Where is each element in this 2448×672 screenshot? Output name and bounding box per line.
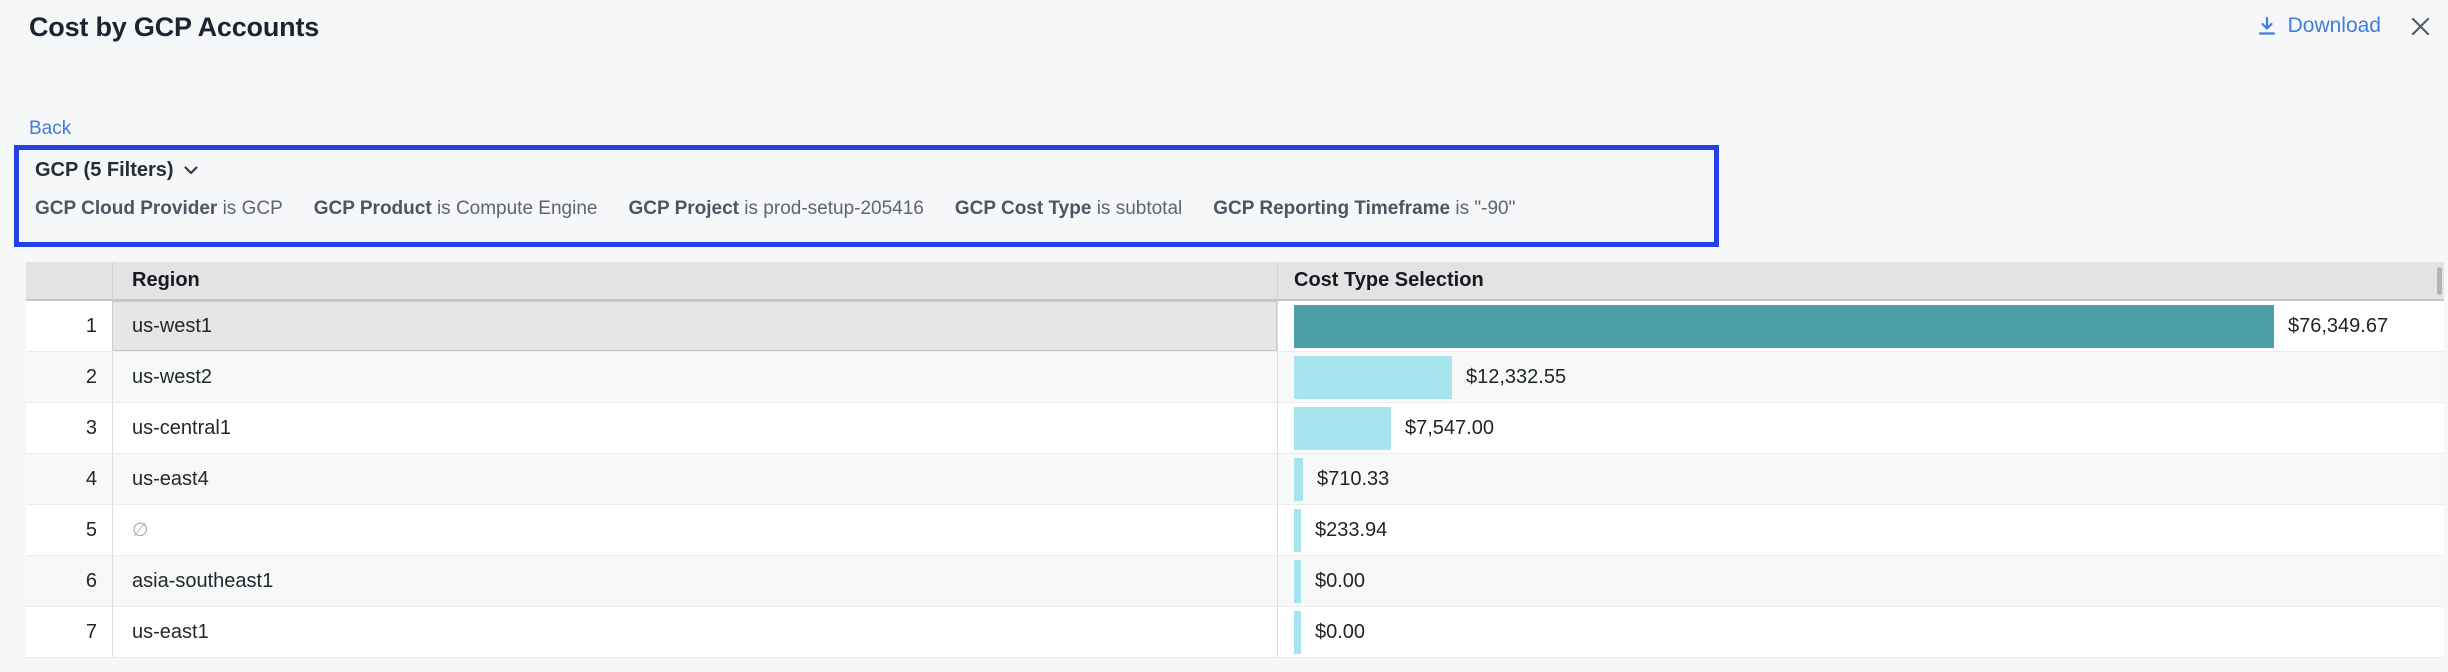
cost-bar-cell: $12,332.55 [1277, 352, 2444, 402]
download-label: Download [2288, 14, 2381, 38]
header-actions: Download [2256, 14, 2432, 38]
row-index: 7 [26, 607, 112, 657]
filter-summary-label: GCP (5 Filters) [35, 159, 174, 182]
region-cell[interactable]: asia-southeast1 [112, 556, 1277, 606]
filter-chip-field: GCP Cost Type [955, 198, 1092, 219]
filter-chip-condition: is GCP [223, 198, 283, 219]
cost-bar-cell: $0.00 [1277, 607, 2444, 657]
filter-chip-condition: is subtotal [1097, 198, 1183, 219]
cost-table: Region Cost Type Selection 1 us-west1 $7… [26, 262, 2444, 658]
cost-bar[interactable] [1294, 407, 1391, 450]
row-index: 4 [26, 454, 112, 504]
table-row[interactable]: 4 us-east4 $710.33 [26, 454, 2444, 505]
cost-bar[interactable] [1294, 509, 1301, 552]
cost-value: $233.94 [1315, 519, 1387, 542]
filter-chip-field: GCP Product [314, 198, 432, 219]
table-body: 1 us-west1 $76,349.67 2 us-west2 $12,332… [26, 301, 2444, 658]
filter-chip-condition: is Compute Engine [437, 198, 598, 219]
region-cell[interactable]: us-east1 [112, 607, 1277, 657]
cost-bar-cell: $710.33 [1277, 454, 2444, 504]
row-index: 2 [26, 352, 112, 402]
cost-bar-cell: $76,349.67 [1277, 301, 2444, 351]
table-row[interactable]: 3 us-central1 $7,547.00 [26, 403, 2444, 454]
row-index: 3 [26, 403, 112, 453]
table-row[interactable]: 7 us-east1 $0.00 [26, 607, 2444, 658]
region-cell[interactable]: us-west1 [112, 301, 1277, 351]
region-cell[interactable]: us-central1 [112, 403, 1277, 453]
filter-chip-field: GCP Project [628, 198, 739, 219]
cost-bar[interactable] [1294, 611, 1301, 654]
row-index: 5 [26, 505, 112, 555]
table-header-row: Region Cost Type Selection [26, 262, 2444, 301]
table-row[interactable]: 6 asia-southeast1 $0.00 [26, 556, 2444, 607]
filter-chip[interactable]: GCP Cost Type is subtotal [955, 198, 1182, 220]
filter-summary-toggle[interactable]: GCP (5 Filters) [35, 159, 199, 182]
row-index: 1 [26, 301, 112, 351]
cost-value: $76,349.67 [2288, 315, 2388, 338]
vertical-scrollbar-thumb[interactable] [2437, 267, 2442, 295]
cost-value: $0.00 [1315, 570, 1365, 593]
download-icon [2256, 15, 2278, 37]
filter-chip-field: GCP Cloud Provider [35, 198, 217, 219]
chevron-down-icon [183, 165, 199, 176]
cost-bar[interactable] [1294, 305, 2274, 348]
cost-bar[interactable] [1294, 560, 1301, 603]
filter-chip[interactable]: GCP Reporting Timeframe is "-90" [1213, 198, 1515, 220]
filter-chip[interactable]: GCP Product is Compute Engine [314, 198, 598, 220]
cost-bar-cell: $0.00 [1277, 556, 2444, 606]
back-link[interactable]: Back [29, 118, 71, 140]
cost-value: $7,547.00 [1405, 417, 1494, 440]
table-row[interactable]: 2 us-west2 $12,332.55 [26, 352, 2444, 403]
cost-bar-cell: $7,547.00 [1277, 403, 2444, 453]
filter-chip-condition: is "-90" [1455, 198, 1515, 219]
region-cell[interactable]: us-west2 [112, 352, 1277, 402]
cost-value: $12,332.55 [1466, 366, 1566, 389]
cost-bar-cell: $233.94 [1277, 505, 2444, 555]
cost-column-header[interactable]: Cost Type Selection [1277, 262, 2444, 299]
row-index: 6 [26, 556, 112, 606]
cost-bar[interactable] [1294, 356, 1452, 399]
filter-chip-field: GCP Reporting Timeframe [1213, 198, 1450, 219]
region-cell[interactable]: ∅ [112, 505, 1277, 555]
filter-chip-list: GCP Cloud Provider is GCP GCP Product is… [35, 198, 1714, 220]
close-button[interactable] [2409, 15, 2432, 38]
download-button[interactable]: Download [2256, 14, 2381, 38]
page-title: Cost by GCP Accounts [29, 12, 319, 43]
cost-value: $0.00 [1315, 621, 1365, 644]
table-row[interactable]: 1 us-west1 $76,349.67 [26, 301, 2444, 352]
filter-panel-highlight: GCP (5 Filters) GCP Cloud Provider is GC… [14, 145, 1719, 247]
filter-chip[interactable]: GCP Cloud Provider is GCP [35, 198, 283, 220]
region-cell[interactable]: us-east4 [112, 454, 1277, 504]
close-icon [2409, 15, 2432, 38]
filter-chip[interactable]: GCP Project is prod-setup-205416 [628, 198, 923, 220]
table-row[interactable]: 5 ∅ $233.94 [26, 505, 2444, 556]
cost-bar[interactable] [1294, 458, 1303, 501]
filter-chip-condition: is prod-setup-205416 [744, 198, 924, 219]
region-column-header[interactable]: Region [112, 262, 1277, 299]
cost-value: $710.33 [1317, 468, 1389, 491]
